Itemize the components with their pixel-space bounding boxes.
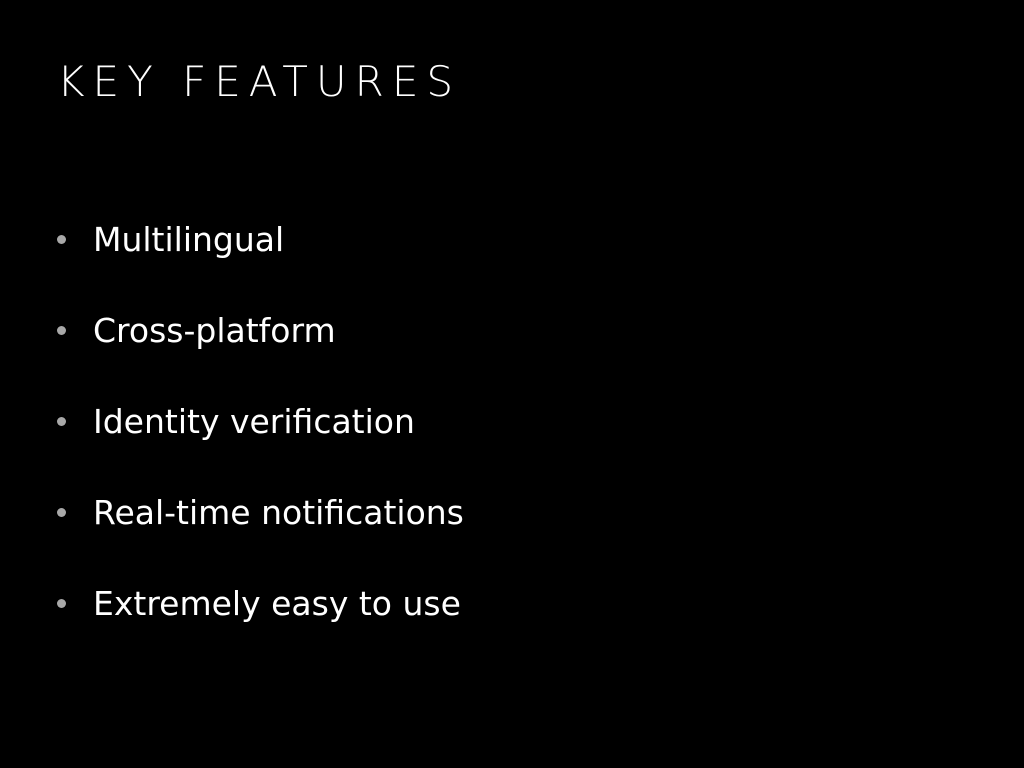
bullet-text: Real-time notifications <box>93 492 464 532</box>
slide: KEY FEATURES Multilingual Cross-platform… <box>0 0 1024 768</box>
bullet-list: Multilingual Cross-platform Identity ver… <box>57 218 464 673</box>
list-item: Real-time notifications <box>57 491 464 582</box>
bullet-icon <box>57 417 66 426</box>
slide-title: KEY FEATURES <box>57 57 462 106</box>
bullet-icon <box>57 599 66 608</box>
bullet-text: Multilingual <box>93 219 285 259</box>
list-item: Multilingual <box>57 218 464 309</box>
bullet-icon <box>57 326 66 335</box>
list-item: Cross-platform <box>57 309 464 400</box>
bullet-text: Identity verification <box>93 401 415 441</box>
list-item: Identity verification <box>57 400 464 491</box>
bullet-text: Cross-platform <box>93 310 336 350</box>
bullet-text: Extremely easy to use <box>93 583 461 623</box>
bullet-icon <box>57 235 66 244</box>
bullet-icon <box>57 508 66 517</box>
list-item: Extremely easy to use <box>57 582 464 673</box>
